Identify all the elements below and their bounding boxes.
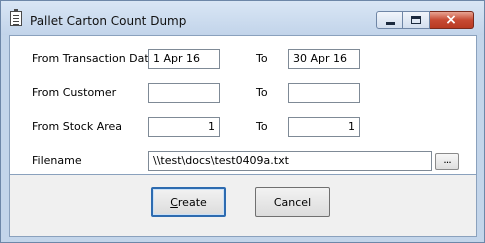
filename-input[interactable]: \\test\docs\test0409a.txt bbox=[148, 151, 432, 171]
from-transaction-date-input[interactable]: 1 Apr 16 bbox=[148, 49, 220, 69]
browse-button[interactable]: ... bbox=[435, 153, 459, 170]
create-button[interactable]: Create bbox=[151, 187, 226, 217]
to-customer-input[interactable] bbox=[288, 83, 360, 103]
filename-label: Filename bbox=[32, 154, 82, 167]
maximize-icon bbox=[411, 16, 421, 24]
title-bar[interactable]: Pallet Carton Count Dump × bbox=[1, 1, 484, 35]
from-stock-area-input[interactable]: 1 bbox=[148, 117, 220, 137]
stock-area-label: From Stock Area bbox=[32, 120, 123, 133]
transaction-date-to-label: To bbox=[256, 52, 268, 65]
cancel-button[interactable]: Cancel bbox=[255, 187, 330, 217]
caption-buttons: × bbox=[376, 11, 474, 30]
customer-to-label: To bbox=[256, 86, 268, 99]
document-list-icon bbox=[10, 9, 22, 26]
customer-label: From Customer bbox=[32, 86, 117, 99]
minimize-icon bbox=[386, 22, 395, 25]
from-customer-input[interactable] bbox=[148, 83, 220, 103]
to-transaction-date-input[interactable]: 30 Apr 16 bbox=[288, 49, 360, 69]
create-button-label: reate bbox=[177, 195, 207, 209]
window-title: Pallet Carton Count Dump bbox=[30, 14, 187, 28]
close-icon: × bbox=[445, 12, 457, 28]
close-button[interactable]: × bbox=[430, 11, 474, 29]
stock-area-to-label: To bbox=[256, 120, 268, 133]
minimize-button[interactable] bbox=[376, 11, 403, 29]
form-panel: From Transaction Date 1 Apr 16 To 30 Apr… bbox=[9, 35, 477, 175]
dialog-window: Pallet Carton Count Dump × From Transact… bbox=[0, 0, 485, 243]
create-access-key: C bbox=[170, 195, 178, 209]
button-bar: Create Cancel bbox=[9, 175, 477, 237]
transaction-date-label: From Transaction Date bbox=[32, 52, 156, 65]
maximize-button[interactable] bbox=[403, 11, 430, 29]
to-stock-area-input[interactable]: 1 bbox=[288, 117, 360, 137]
